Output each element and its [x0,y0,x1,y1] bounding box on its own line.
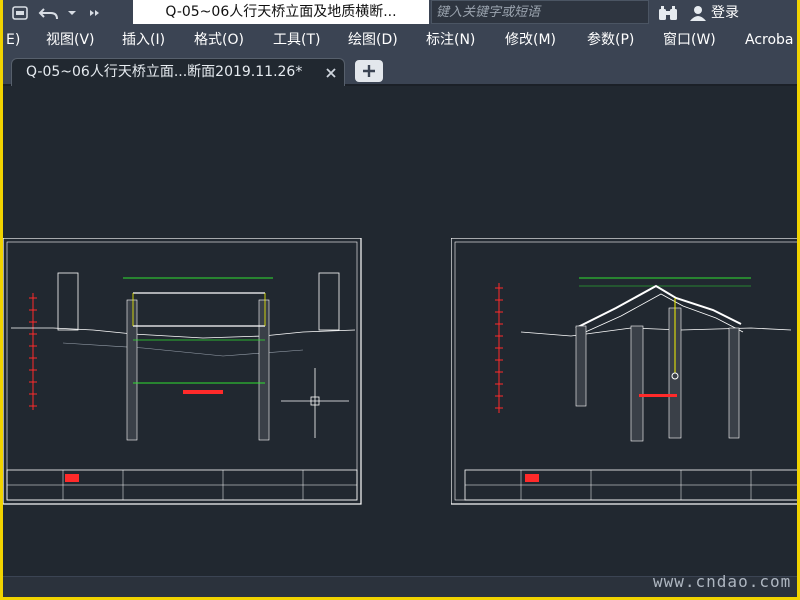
menu-bar: E) 视图(V) 插入(I) 格式(O) 工具(T) 绘图(D) 标注(N) 修… [3,26,797,54]
dropdown-arrow-icon[interactable] [65,3,79,23]
menu-item-tools[interactable]: 工具(T) [273,26,320,54]
plus-icon [363,65,375,77]
title-bar: Q-05~06人行天桥立面及地质横断... 登录 [3,0,797,26]
tab-drawing[interactable]: Q-05~06人行天桥立面...断面2019.11.26* [11,58,345,86]
login-button[interactable]: 登录 [689,2,769,24]
undo-icon[interactable] [37,3,61,23]
menu-item-modify[interactable]: 修改(M) [505,26,556,54]
menu-item-acrobat[interactable]: Acroba [745,26,794,54]
search-box[interactable] [431,0,649,24]
drawing-sheet-right[interactable] [451,238,797,506]
document-tab-bar: Q-05~06人行天桥立面...断面2019.11.26* [3,54,797,86]
login-label: 登录 [711,5,739,21]
user-icon [690,6,706,21]
autocad-window: Q-05~06人行天桥立面及地质横断... 登录 E) 视图(V) 插入(I) … [3,0,797,597]
watermark: www.cndao.com [653,572,792,591]
drawing-canvas[interactable] [3,88,797,576]
binoculars-icon[interactable] [657,3,679,23]
document-title: Q-05~06人行天桥立面及地质横断... [133,0,429,24]
tab-drawing-label: Q-05~06人行天桥立面...断面2019.11.26* [26,64,303,80]
more-icon[interactable] [87,3,103,23]
menu-item-view[interactable]: 视图(V) [46,26,95,54]
drawing-sheet-left[interactable] [3,238,363,506]
new-tab-button[interactable] [355,60,383,82]
menu-item-edit[interactable]: E) [6,26,20,54]
menu-item-dimension[interactable]: 标注(N) [426,26,475,54]
menu-item-format[interactable]: 格式(O) [194,26,244,54]
menu-item-window[interactable]: 窗口(W) [663,26,716,54]
menu-item-draw[interactable]: 绘图(D) [348,26,398,54]
app-icon[interactable] [9,3,31,23]
menu-item-parametric[interactable]: 参数(P) [587,26,634,54]
search-input[interactable] [436,2,641,22]
menu-item-insert[interactable]: 插入(I) [122,26,165,54]
close-icon[interactable] [324,65,338,79]
